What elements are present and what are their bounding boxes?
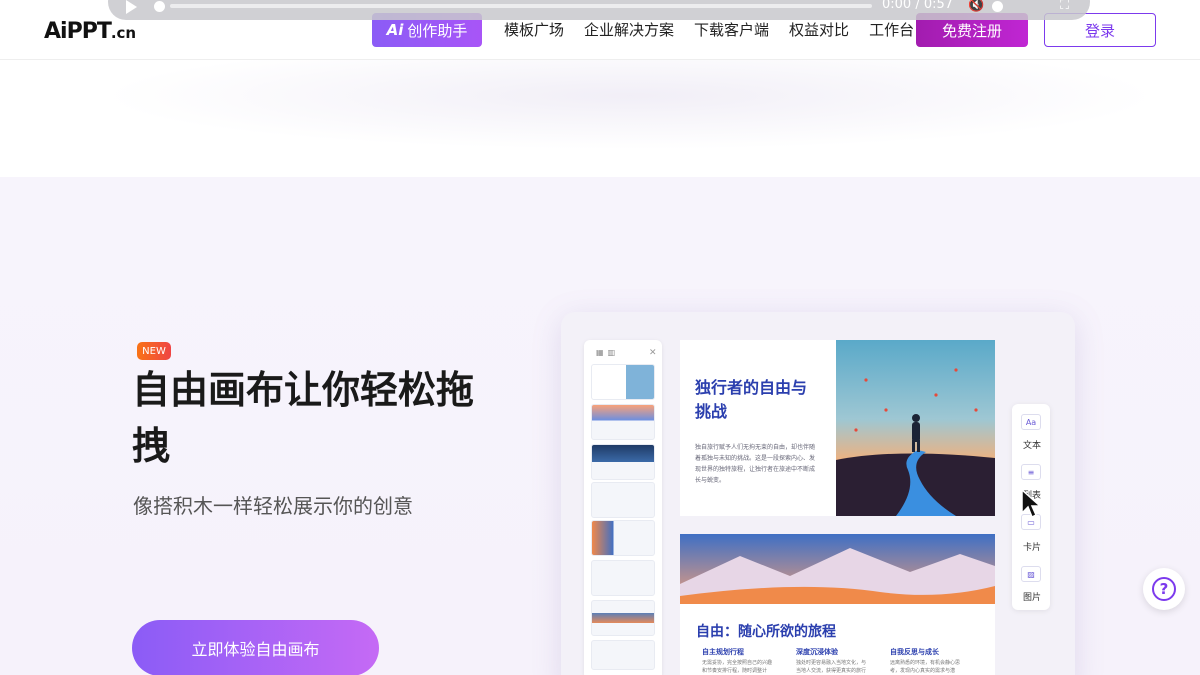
volume-thumb[interactable] <box>992 1 1003 12</box>
logo-suffix: .cn <box>110 24 137 42</box>
aippt-logo[interactable]: AiPPT.cn <box>44 19 136 44</box>
video-time: 0:00 / 0:57 <box>882 0 954 12</box>
grid-view-icon[interactable]: ▥ <box>608 348 616 357</box>
hero-subtitle: 像搭积木一样轻松展示你的创意 <box>133 494 413 518</box>
slide-text-block[interactable] <box>680 340 836 516</box>
slide1-body: 独自旅行赋予人们无拘无束的自由，却也伴随着孤独与未知的挑战。这是一段探索内心、发… <box>695 444 816 484</box>
slide-thumbnail[interactable] <box>591 600 655 636</box>
thumbnail-view-toggle[interactable]: ▦ ▥ <box>596 348 615 357</box>
close-icon[interactable]: ✕ <box>649 348 657 358</box>
slide-thumbnail[interactable] <box>591 560 655 596</box>
nav-download[interactable]: 下载客户端 <box>694 19 769 40</box>
mute-icon[interactable]: 🔇 <box>968 0 984 13</box>
slide-thumbnail[interactable] <box>591 364 655 400</box>
tool-text-label[interactable]: 文本 <box>1020 438 1044 451</box>
new-badge: NEW <box>137 342 171 360</box>
column-body: 无需妥协，完全按照自己的兴趣和节奏安排行程，随时调整计划。 <box>702 660 773 674</box>
column-heading: 自我反思与成长 <box>890 648 939 656</box>
ai-sparkle-icon: Ai <box>386 21 404 39</box>
play-icon[interactable] <box>126 0 137 14</box>
lone-traveler-image[interactable] <box>836 340 995 516</box>
help-button[interactable]: ? <box>1143 568 1185 610</box>
slide-thumbnail[interactable] <box>591 520 655 556</box>
column-heading: 深度沉浸体验 <box>796 648 838 656</box>
hero-title: 自由画布让你轻松拖拽 <box>132 368 475 468</box>
try-free-canvas-button[interactable]: 立即体验自由画布 <box>132 620 379 675</box>
slide1-title: 独行者的自由与挑战 <box>695 378 808 421</box>
image-tool-icon[interactable]: ▨ <box>1021 566 1041 582</box>
slide-thumbnail[interactable] <box>591 640 655 670</box>
nav-templates[interactable]: 模板广场 <box>504 19 564 40</box>
text-tool-icon[interactable]: Aa <box>1021 414 1041 430</box>
mouse-cursor-icon <box>1021 489 1041 519</box>
main-nav: 模板广场 企业解决方案 下载客户端 权益对比 工作台 <box>504 19 914 40</box>
slide-thumbnail[interactable] <box>591 404 655 440</box>
column-body: 独处时更容易融入当地文化，与当地人交流，获得更真实的旅行体验。 <box>796 660 867 674</box>
ai-assistant-label: 创作助手 <box>407 21 468 40</box>
video-controls: 0:00 / 0:57 🔇 ⛶ <box>108 0 1090 20</box>
nav-enterprise[interactable]: 企业解决方案 <box>584 19 674 40</box>
slide-thumbnail[interactable] <box>591 482 655 518</box>
list-tool-icon[interactable]: ≡ <box>1021 464 1041 480</box>
video-progress-track[interactable] <box>170 4 872 8</box>
nav-benefits[interactable]: 权益对比 <box>789 19 849 40</box>
list-view-icon[interactable]: ▦ <box>596 348 604 357</box>
slide2-title: 自由：随心所欲的旅程 <box>696 624 836 640</box>
logo-text: AiPPT <box>44 19 112 44</box>
question-icon: ? <box>1152 577 1176 601</box>
column-heading: 自主规划行程 <box>702 648 744 656</box>
nav-workspace[interactable]: 工作台 <box>869 19 914 40</box>
tool-image-label[interactable]: 图片 <box>1020 590 1044 603</box>
video-progress-thumb[interactable] <box>154 1 165 12</box>
tool-card-label[interactable]: 卡片 <box>1020 540 1044 553</box>
fullscreen-icon[interactable]: ⛶ <box>1060 0 1069 13</box>
column-body: 远离熟悉的环境，有机会静心思考，发现内心真实的需求与潜力。 <box>890 660 961 674</box>
slide-thumbnail[interactable] <box>591 444 655 480</box>
top-background-haze <box>100 60 1160 150</box>
